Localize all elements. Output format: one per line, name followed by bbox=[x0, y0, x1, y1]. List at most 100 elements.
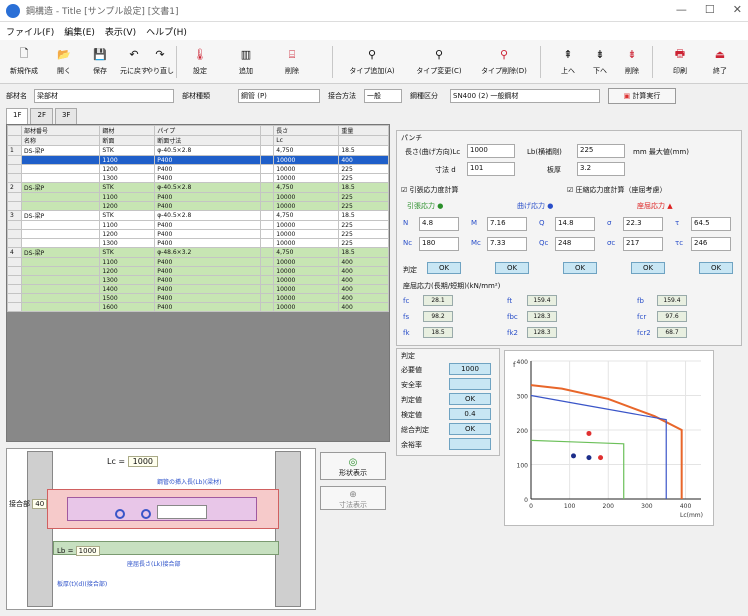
table-cell[interactable] bbox=[7, 238, 22, 248]
table-row[interactable]: 1300 P400 10000 225 bbox=[7, 173, 389, 183]
table-cell[interactable] bbox=[259, 238, 275, 248]
table-cell[interactable]: 10000 bbox=[273, 164, 340, 174]
table-cell[interactable]: 10000 bbox=[273, 192, 340, 202]
table-cell[interactable] bbox=[7, 284, 22, 294]
table-cell[interactable] bbox=[7, 257, 22, 267]
new-button[interactable]: 🗋 新規作成 bbox=[4, 42, 44, 80]
table-row[interactable]: 1200 P400 10000 225 bbox=[7, 229, 389, 239]
open-button[interactable]: 📂 開く bbox=[44, 42, 84, 80]
table-cell[interactable] bbox=[259, 257, 275, 267]
table-cell[interactable]: 1400 bbox=[99, 284, 156, 294]
table-cell[interactable]: DS-梁P bbox=[20, 247, 101, 258]
param-input[interactable]: 4.8 bbox=[419, 217, 459, 231]
table-cell[interactable] bbox=[259, 210, 275, 221]
minimize-button[interactable]: — bbox=[676, 3, 687, 16]
calculate-button[interactable]: ▣ 計算実行 bbox=[608, 88, 676, 104]
maximize-button[interactable]: ☐ bbox=[705, 3, 715, 16]
table-cell[interactable] bbox=[259, 192, 275, 202]
table-cell[interactable]: φ-40.5×2.8 bbox=[154, 145, 261, 156]
connection-select[interactable] bbox=[157, 505, 207, 519]
table-cell[interactable]: 1200 bbox=[99, 266, 156, 276]
type-add-button[interactable]: ⚲ タイプ追加(A) bbox=[346, 42, 398, 80]
table-cell[interactable]: P400 bbox=[154, 192, 261, 202]
table-cell[interactable]: 1 bbox=[7, 145, 22, 156]
table-cell[interactable]: 4,750 bbox=[273, 210, 340, 221]
grade-select[interactable]: SN400 (2) 一般鋼材 bbox=[450, 89, 600, 103]
table-cell[interactable]: φ-40.5×2.8 bbox=[154, 182, 261, 193]
table-row[interactable]: 1200 P400 10000 225 bbox=[7, 164, 389, 174]
table-row[interactable]: 1200 P400 10000 225 bbox=[7, 201, 389, 211]
table-cell[interactable] bbox=[7, 275, 22, 285]
table-cell[interactable]: 10000 bbox=[273, 266, 340, 276]
table-cell[interactable] bbox=[20, 284, 101, 294]
table-cell[interactable] bbox=[259, 145, 275, 156]
shape-display-button[interactable]: ◎ 形状表示 bbox=[320, 452, 386, 480]
table-cell[interactable] bbox=[259, 182, 275, 193]
table-cell[interactable] bbox=[7, 173, 22, 183]
table-cell[interactable]: 10000 bbox=[273, 201, 340, 211]
table-cell[interactable]: STK bbox=[99, 145, 156, 156]
table-cell[interactable]: 10000 bbox=[273, 155, 340, 165]
table-cell[interactable] bbox=[7, 229, 22, 239]
param-input[interactable]: 246 bbox=[691, 237, 731, 251]
table-cell[interactable]: 1500 bbox=[99, 293, 156, 303]
table-cell[interactable]: 10000 bbox=[273, 284, 340, 294]
table-cell[interactable] bbox=[259, 201, 275, 211]
table-cell[interactable] bbox=[259, 266, 275, 276]
table-cell[interactable]: 1200 bbox=[99, 201, 156, 211]
table-cell[interactable]: P400 bbox=[154, 257, 261, 267]
table-cell[interactable]: 10000 bbox=[273, 238, 340, 248]
table-cell[interactable] bbox=[7, 155, 22, 165]
table-row[interactable]: 1200 P400 10000 400 bbox=[7, 266, 389, 276]
table-cell[interactable]: 225 bbox=[338, 173, 389, 183]
dim-select[interactable]: 101 bbox=[467, 162, 515, 176]
param-input[interactable]: 217 bbox=[623, 237, 663, 251]
table-cell[interactable]: P400 bbox=[154, 293, 261, 303]
menu-file[interactable]: ファイル(F) bbox=[6, 25, 54, 38]
table-cell[interactable] bbox=[259, 284, 275, 294]
add-button[interactable]: ▥ 追加 bbox=[226, 42, 266, 80]
table-cell[interactable]: P400 bbox=[154, 238, 261, 248]
table-cell[interactable] bbox=[20, 192, 101, 202]
table-cell[interactable]: P400 bbox=[154, 220, 261, 230]
exit-button[interactable]: ⏏ 終了 bbox=[700, 42, 740, 80]
thickness-select[interactable]: 3.2 bbox=[577, 162, 625, 176]
table-cell[interactable]: STK bbox=[99, 210, 156, 221]
table-cell[interactable]: 400 bbox=[338, 155, 389, 165]
table-cell[interactable]: STK bbox=[99, 182, 156, 193]
table-cell[interactable]: P400 bbox=[154, 284, 261, 294]
table-cell[interactable] bbox=[259, 155, 275, 165]
table-cell[interactable]: 400 bbox=[338, 284, 389, 294]
table-cell[interactable]: P400 bbox=[154, 275, 261, 285]
table-row[interactable]: 1300 P400 10000 400 bbox=[7, 275, 389, 285]
menu-edit[interactable]: 編集(E) bbox=[64, 25, 95, 38]
table-cell[interactable]: 18.5 bbox=[338, 247, 389, 258]
table-cell[interactable]: 225 bbox=[338, 220, 389, 230]
table-cell[interactable]: 1100 bbox=[99, 257, 156, 267]
table-cell[interactable] bbox=[20, 220, 101, 230]
param-input[interactable]: 180 bbox=[419, 237, 459, 251]
table-cell[interactable] bbox=[20, 238, 101, 248]
table-cell[interactable]: 225 bbox=[338, 192, 389, 202]
table-cell[interactable]: 1300 bbox=[99, 238, 156, 248]
param-input[interactable]: 7.33 bbox=[487, 237, 527, 251]
check1[interactable]: ☑ 引張応力度計算 bbox=[401, 185, 459, 195]
tab-1f[interactable]: 1F bbox=[6, 108, 29, 124]
table-cell[interactable] bbox=[259, 164, 275, 174]
table-row[interactable]: 2 DS-梁P STK φ-40.5×2.8 4,750 18.5 bbox=[7, 182, 389, 193]
table-cell[interactable]: 1200 bbox=[99, 229, 156, 239]
table-cell[interactable]: DS-梁P bbox=[20, 210, 101, 221]
table-cell[interactable]: P400 bbox=[154, 155, 261, 165]
table-cell[interactable]: 3 bbox=[7, 210, 22, 221]
table-cell[interactable]: 400 bbox=[338, 302, 389, 312]
param-input[interactable]: 22.3 bbox=[623, 217, 663, 231]
table-cell[interactable]: 1100 bbox=[99, 155, 156, 165]
table-cell[interactable]: P400 bbox=[154, 266, 261, 276]
table-cell[interactable]: 18.5 bbox=[338, 182, 389, 193]
table-cell[interactable]: 225 bbox=[338, 229, 389, 239]
table-cell[interactable]: 10000 bbox=[273, 302, 340, 312]
table-cell[interactable]: 1600 bbox=[99, 302, 156, 312]
table-cell[interactable] bbox=[7, 201, 22, 211]
table-cell[interactable] bbox=[20, 173, 101, 183]
table-cell[interactable]: 4,750 bbox=[273, 247, 340, 258]
